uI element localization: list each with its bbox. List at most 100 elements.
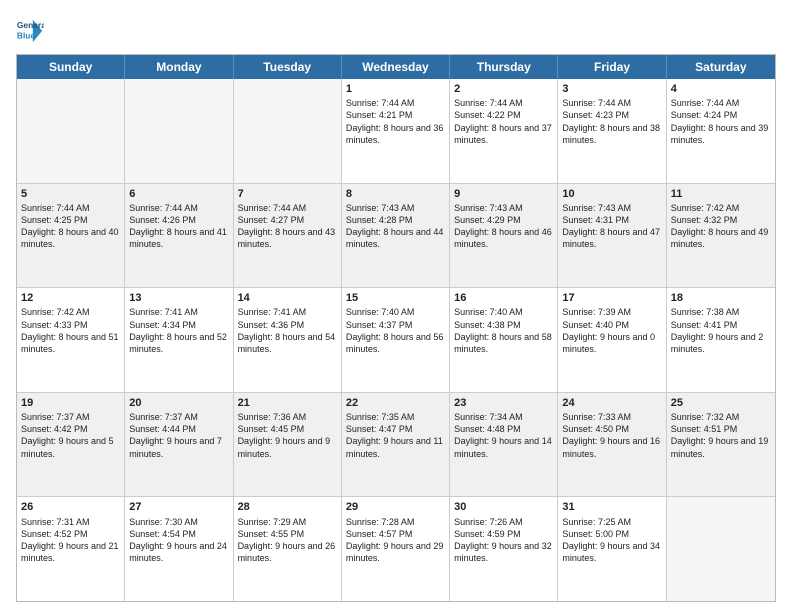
calendar-cell: 17Sunrise: 7:39 AMSunset: 4:40 PMDayligh…	[558, 288, 666, 392]
calendar-cell: 20Sunrise: 7:37 AMSunset: 4:44 PMDayligh…	[125, 393, 233, 497]
cell-content: Sunrise: 7:35 AMSunset: 4:47 PMDaylight:…	[346, 411, 445, 460]
calendar-row: 5Sunrise: 7:44 AMSunset: 4:25 PMDaylight…	[17, 184, 775, 289]
cell-content: Sunrise: 7:26 AMSunset: 4:59 PMDaylight:…	[454, 516, 553, 565]
cell-content: Sunrise: 7:38 AMSunset: 4:41 PMDaylight:…	[671, 306, 771, 355]
logo-icon: General Blue	[16, 16, 44, 44]
calendar: SundayMondayTuesdayWednesdayThursdayFrid…	[16, 54, 776, 602]
day-number: 3	[562, 82, 661, 96]
header-day: Thursday	[450, 55, 558, 79]
calendar-cell: 8Sunrise: 7:43 AMSunset: 4:28 PMDaylight…	[342, 184, 450, 288]
cell-content: Sunrise: 7:37 AMSunset: 4:44 PMDaylight:…	[129, 411, 228, 460]
cell-content: Sunrise: 7:44 AMSunset: 4:21 PMDaylight:…	[346, 97, 445, 146]
day-number: 6	[129, 187, 228, 201]
logo: General Blue	[16, 16, 48, 44]
cell-content: Sunrise: 7:41 AMSunset: 4:36 PMDaylight:…	[238, 306, 337, 355]
day-number: 8	[346, 187, 445, 201]
calendar-cell	[667, 497, 775, 601]
cell-content: Sunrise: 7:32 AMSunset: 4:51 PMDaylight:…	[671, 411, 771, 460]
day-number: 10	[562, 187, 661, 201]
calendar-cell: 11Sunrise: 7:42 AMSunset: 4:32 PMDayligh…	[667, 184, 775, 288]
calendar-cell: 13Sunrise: 7:41 AMSunset: 4:34 PMDayligh…	[125, 288, 233, 392]
day-number: 30	[454, 500, 553, 514]
day-number: 13	[129, 291, 228, 305]
page: General Blue SundayMondayTuesdayWednesda…	[0, 0, 792, 612]
day-number: 19	[21, 396, 120, 410]
day-number: 2	[454, 82, 553, 96]
day-number: 26	[21, 500, 120, 514]
cell-content: Sunrise: 7:42 AMSunset: 4:32 PMDaylight:…	[671, 202, 771, 251]
calendar-cell	[17, 79, 125, 183]
calendar-cell: 16Sunrise: 7:40 AMSunset: 4:38 PMDayligh…	[450, 288, 558, 392]
day-number: 5	[21, 187, 120, 201]
calendar-cell	[234, 79, 342, 183]
day-number: 20	[129, 396, 228, 410]
cell-content: Sunrise: 7:41 AMSunset: 4:34 PMDaylight:…	[129, 306, 228, 355]
calendar-cell: 30 Sunrise: 7:26 AMSunset: 4:59 PMDayligh…	[450, 497, 558, 601]
calendar-header: SundayMondayTuesdayWednesdayThursdayFrid…	[17, 55, 775, 79]
cell-content: Sunrise: 7:39 AMSunset: 4:40 PMDaylight:…	[562, 306, 661, 355]
calendar-cell: 7Sunrise: 7:44 AMSunset: 4:27 PMDaylight…	[234, 184, 342, 288]
header: General Blue	[16, 16, 776, 44]
cell-content: Sunrise: 7:44 AMSunset: 4:23 PMDaylight:…	[562, 97, 661, 146]
cell-content: Sunrise: 7:42 AMSunset: 4:33 PMDaylight:…	[21, 306, 120, 355]
calendar-row: 26 Sunrise: 7:31 AMSunset: 4:52 PMDayligh…	[17, 497, 775, 601]
calendar-cell: 27 Sunrise: 7:30 AMSunset: 4:54 PMDayligh…	[125, 497, 233, 601]
header-day: Friday	[558, 55, 666, 79]
day-number: 29	[346, 500, 445, 514]
calendar-cell: 24Sunrise: 7:33 AMSunset: 4:50 PMDayligh…	[558, 393, 666, 497]
header-day: Tuesday	[234, 55, 342, 79]
header-day: Wednesday	[342, 55, 450, 79]
calendar-cell: 23Sunrise: 7:34 AMSunset: 4:48 PMDayligh…	[450, 393, 558, 497]
day-number: 15	[346, 291, 445, 305]
calendar-cell: 18Sunrise: 7:38 AMSunset: 4:41 PMDayligh…	[667, 288, 775, 392]
calendar-cell: 2Sunrise: 7:44 AMSunset: 4:22 PMDaylight…	[450, 79, 558, 183]
cell-content: Sunrise: 7:43 AMSunset: 4:31 PMDaylight:…	[562, 202, 661, 251]
day-number: 24	[562, 396, 661, 410]
calendar-cell: 19Sunrise: 7:37 AMSunset: 4:42 PMDayligh…	[17, 393, 125, 497]
calendar-cell: 5Sunrise: 7:44 AMSunset: 4:25 PMDaylight…	[17, 184, 125, 288]
calendar-cell: 12Sunrise: 7:42 AMSunset: 4:33 PMDayligh…	[17, 288, 125, 392]
cell-content: Sunrise: 7:40 AMSunset: 4:38 PMDaylight:…	[454, 306, 553, 355]
day-number: 27	[129, 500, 228, 514]
cell-content: Sunrise: 7:25 AMSunset: 5:00 PMDaylight:…	[562, 516, 661, 565]
day-number: 17	[562, 291, 661, 305]
day-number: 9	[454, 187, 553, 201]
cell-content: Sunrise: 7:28 AMSunset: 4:57 PMDaylight:…	[346, 516, 445, 565]
svg-text:Blue: Blue	[17, 30, 35, 40]
calendar-cell: 15Sunrise: 7:40 AMSunset: 4:37 PMDayligh…	[342, 288, 450, 392]
calendar-cell: 31 Sunrise: 7:25 AMSunset: 5:00 PMDayligh…	[558, 497, 666, 601]
cell-content: Sunrise: 7:31 AMSunset: 4:52 PMDaylight:…	[21, 516, 120, 565]
cell-content: Sunrise: 7:30 AMSunset: 4:54 PMDaylight:…	[129, 516, 228, 565]
day-number: 23	[454, 396, 553, 410]
calendar-cell: 26 Sunrise: 7:31 AMSunset: 4:52 PMDayligh…	[17, 497, 125, 601]
day-number: 21	[238, 396, 337, 410]
calendar-row: 12Sunrise: 7:42 AMSunset: 4:33 PMDayligh…	[17, 288, 775, 393]
calendar-cell: 1Sunrise: 7:44 AMSunset: 4:21 PMDaylight…	[342, 79, 450, 183]
cell-content: Sunrise: 7:37 AMSunset: 4:42 PMDaylight:…	[21, 411, 120, 460]
cell-content: Sunrise: 7:29 AMSunset: 4:55 PMDaylight:…	[238, 516, 337, 565]
day-number: 18	[671, 291, 771, 305]
day-number: 11	[671, 187, 771, 201]
cell-content: Sunrise: 7:44 AMSunset: 4:22 PMDaylight:…	[454, 97, 553, 146]
calendar-cell: 22Sunrise: 7:35 AMSunset: 4:47 PMDayligh…	[342, 393, 450, 497]
day-number: 31	[562, 500, 661, 514]
cell-content: Sunrise: 7:40 AMSunset: 4:37 PMDaylight:…	[346, 306, 445, 355]
calendar-cell: 21Sunrise: 7:36 AMSunset: 4:45 PMDayligh…	[234, 393, 342, 497]
day-number: 28	[238, 500, 337, 514]
cell-content: Sunrise: 7:36 AMSunset: 4:45 PMDaylight:…	[238, 411, 337, 460]
cell-content: Sunrise: 7:34 AMSunset: 4:48 PMDaylight:…	[454, 411, 553, 460]
cell-content: Sunrise: 7:44 AMSunset: 4:24 PMDaylight:…	[671, 97, 771, 146]
day-number: 1	[346, 82, 445, 96]
header-day: Monday	[125, 55, 233, 79]
day-number: 14	[238, 291, 337, 305]
cell-content: Sunrise: 7:44 AMSunset: 4:27 PMDaylight:…	[238, 202, 337, 251]
calendar-cell: 6Sunrise: 7:44 AMSunset: 4:26 PMDaylight…	[125, 184, 233, 288]
cell-content: Sunrise: 7:43 AMSunset: 4:29 PMDaylight:…	[454, 202, 553, 251]
svg-text:General: General	[17, 20, 44, 30]
day-number: 4	[671, 82, 771, 96]
calendar-cell: 10Sunrise: 7:43 AMSunset: 4:31 PMDayligh…	[558, 184, 666, 288]
cell-content: Sunrise: 7:44 AMSunset: 4:26 PMDaylight:…	[129, 202, 228, 251]
calendar-cell: 28 Sunrise: 7:29 AMSunset: 4:55 PMDayligh…	[234, 497, 342, 601]
cell-content: Sunrise: 7:33 AMSunset: 4:50 PMDaylight:…	[562, 411, 661, 460]
day-number: 16	[454, 291, 553, 305]
